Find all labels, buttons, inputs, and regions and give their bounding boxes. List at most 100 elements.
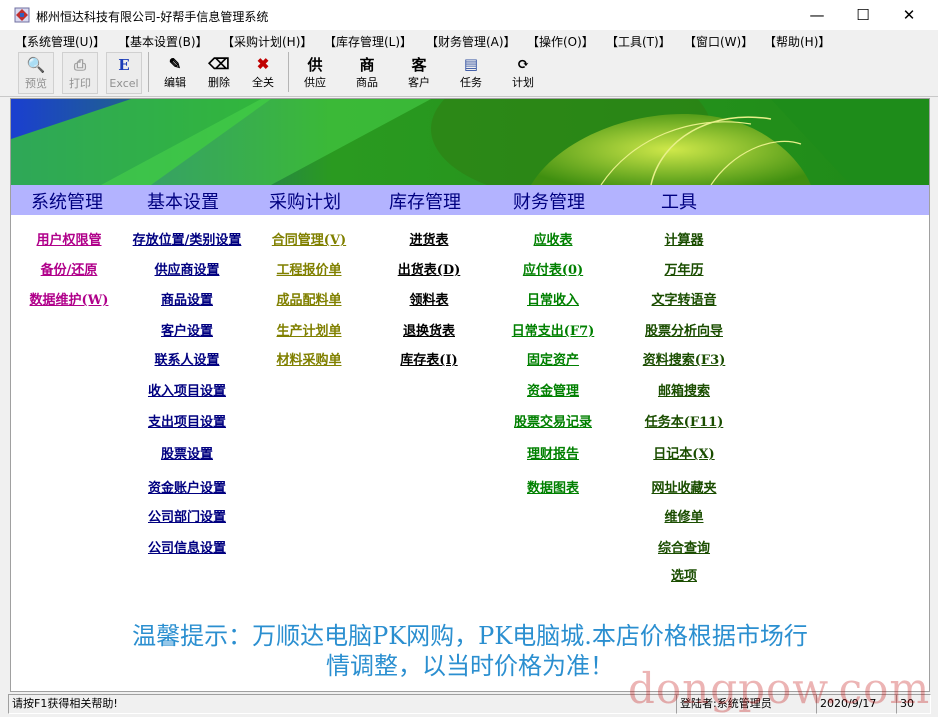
title-bar: 郴州恒达科技有限公司-好帮手信息管理系统 — ☐ ✕ [0, 0, 938, 30]
close-button[interactable]: ✕ [886, 0, 932, 30]
menu-bar: 【系统管理(U)】 【基本设置(B)】 【采购计划(H)】 【库存管理(L)】 … [0, 30, 938, 50]
link-financial-report[interactable]: 理财报告 [527, 443, 579, 462]
link-bookmarks[interactable]: 网址收藏夹 [651, 477, 716, 496]
link-customer-settings[interactable]: 客户设置 [161, 320, 213, 339]
minimize-button[interactable]: — [794, 0, 840, 30]
print-button[interactable]: ⎙ 打印 [62, 52, 98, 94]
link-data-search[interactable]: 资料搜索(F3) [643, 349, 726, 368]
toolbar: 🔍 预览 ⎙ 打印 E Excel ✎ 编辑 ⌫ 删除 ✖ 全关 供 供应 商 … [0, 50, 938, 97]
link-payables[interactable]: 应付表(0) [523, 259, 583, 278]
maximize-button[interactable]: ☐ [840, 0, 886, 30]
category-inventory: 库存管理 [389, 192, 461, 213]
category-basic: 基本设置 [147, 192, 219, 213]
link-stock-table[interactable]: 库存表(I) [400, 349, 457, 368]
customer-label: 客户 [408, 76, 430, 89]
link-shipment-table[interactable]: 出货表(D) [398, 259, 461, 278]
link-production-plan[interactable]: 生产计划单 [276, 320, 341, 339]
link-stock-trading[interactable]: 股票交易记录 [514, 411, 592, 430]
link-text-to-speech[interactable]: 文字转语音 [651, 289, 716, 308]
excel-icon: E [118, 56, 130, 74]
task-button[interactable]: ▤ 任务 [454, 52, 488, 92]
link-income-items[interactable]: 收入项目设置 [148, 380, 226, 399]
link-fixed-assets[interactable]: 固定资产 [527, 349, 579, 368]
plan-button[interactable]: ⟳ 计划 [506, 52, 540, 92]
main-panel: 系统管理 基本设置 采购计划 库存管理 财务管理 工具 用户权限管 备份/还原 … [10, 98, 930, 692]
link-user-permission[interactable]: 用户权限管 [36, 229, 101, 248]
link-email-search[interactable]: 邮箱搜索 [658, 380, 710, 399]
goods-button[interactable]: 商 商品 [350, 52, 384, 92]
edit-icon: ✎ [168, 55, 182, 73]
preview-label: 预览 [25, 77, 47, 90]
preview-icon: 🔍 [26, 56, 46, 74]
link-backup-restore[interactable]: 备份/还原 [41, 259, 98, 278]
link-repair-order[interactable]: 维修单 [664, 506, 703, 525]
menu-operation[interactable]: 【操作(O)】 [527, 33, 594, 50]
close-all-icon: ✖ [256, 55, 270, 73]
supply-button[interactable]: 供 供应 [298, 52, 332, 92]
customer-button[interactable]: 客 客户 [402, 52, 436, 92]
goods-label: 商品 [356, 76, 378, 89]
edit-label: 编辑 [164, 76, 186, 89]
link-data-chart[interactable]: 数据图表 [527, 477, 579, 496]
menu-system[interactable]: 【系统管理(U)】 [15, 33, 105, 50]
link-purchase-table[interactable]: 进货表 [409, 229, 448, 248]
preview-button[interactable]: 🔍 预览 [18, 52, 54, 94]
supply-icon: 供 [307, 55, 323, 74]
task-label: 任务 [460, 76, 482, 89]
link-material-purchase[interactable]: 材料采购单 [276, 349, 341, 368]
link-company-info[interactable]: 公司信息设置 [148, 537, 226, 556]
link-task-book[interactable]: 任务本(F11) [645, 411, 724, 430]
toolbar-separator [288, 52, 289, 92]
link-calendar[interactable]: 万年历 [664, 259, 703, 278]
link-daily-income[interactable]: 日常收入 [527, 289, 579, 308]
menu-tools[interactable]: 【工具(T)】 [606, 33, 671, 50]
link-project-quote[interactable]: 工程报价单 [276, 259, 341, 278]
plan-label: 计划 [512, 76, 534, 89]
link-storage-category[interactable]: 存放位置/类别设置 [133, 229, 242, 248]
link-diary[interactable]: 日记本(X) [653, 443, 714, 462]
app-icon [14, 7, 30, 23]
close-all-button[interactable]: ✖ 全关 [246, 52, 280, 92]
menu-finance[interactable]: 【财务管理(A)】 [426, 33, 516, 50]
delete-button[interactable]: ⌫ 删除 [202, 52, 236, 92]
menu-basic[interactable]: 【基本设置(B)】 [118, 33, 208, 50]
link-general-query[interactable]: 综合查询 [658, 537, 710, 556]
link-contact-settings[interactable]: 联系人设置 [154, 349, 219, 368]
category-finance: 财务管理 [513, 192, 585, 213]
close-all-label: 全关 [252, 76, 274, 89]
goods-icon: 商 [359, 55, 375, 74]
excel-button[interactable]: E Excel [106, 52, 142, 94]
link-fund-management[interactable]: 资金管理 [527, 380, 579, 399]
link-goods-settings[interactable]: 商品设置 [161, 289, 213, 308]
link-contract-management[interactable]: 合同管理(V) [272, 229, 346, 248]
link-daily-expense[interactable]: 日常支出(F7) [512, 320, 595, 339]
link-company-department[interactable]: 公司部门设置 [148, 506, 226, 525]
link-expense-items[interactable]: 支出项目设置 [148, 411, 226, 430]
link-supplier-settings[interactable]: 供应商设置 [154, 259, 219, 278]
link-stock-settings[interactable]: 股票设置 [161, 443, 213, 462]
banner-image [11, 99, 929, 185]
print-label: 打印 [69, 77, 91, 90]
notice-line-1: 温馨提示：万顺达电脑PK网购，PK电脑城.本店价格根据市场行 [132, 622, 808, 650]
link-return-exchange[interactable]: 退换货表 [403, 320, 455, 339]
link-product-recipe[interactable]: 成品配料单 [276, 289, 341, 308]
link-fund-account[interactable]: 资金账户设置 [148, 477, 226, 496]
edit-button[interactable]: ✎ 编辑 [158, 52, 192, 92]
link-options[interactable]: 选项 [671, 565, 697, 584]
print-icon: ⎙ [73, 56, 86, 74]
window-title: 郴州恒达科技有限公司-好帮手信息管理系统 [36, 10, 269, 24]
menu-help[interactable]: 【帮助(H)】 [764, 33, 830, 50]
link-stock-wizard[interactable]: 股票分析向导 [645, 320, 723, 339]
delete-label: 删除 [208, 76, 230, 89]
category-tools: 工具 [661, 192, 697, 213]
link-data-maintenance[interactable]: 数据维护(W) [30, 289, 109, 308]
watermark: dongpow.com [628, 664, 931, 713]
task-icon: ▤ [463, 55, 479, 73]
plan-icon: ⟳ [516, 55, 530, 73]
menu-purchase[interactable]: 【采购计划(H)】 [222, 33, 312, 50]
link-material-requisition[interactable]: 领料表 [409, 289, 448, 308]
link-calculator[interactable]: 计算器 [664, 229, 703, 248]
menu-window[interactable]: 【窗口(W)】 [684, 33, 753, 50]
link-receivables[interactable]: 应收表 [533, 229, 572, 248]
menu-inventory[interactable]: 【库存管理(L)】 [324, 33, 412, 50]
